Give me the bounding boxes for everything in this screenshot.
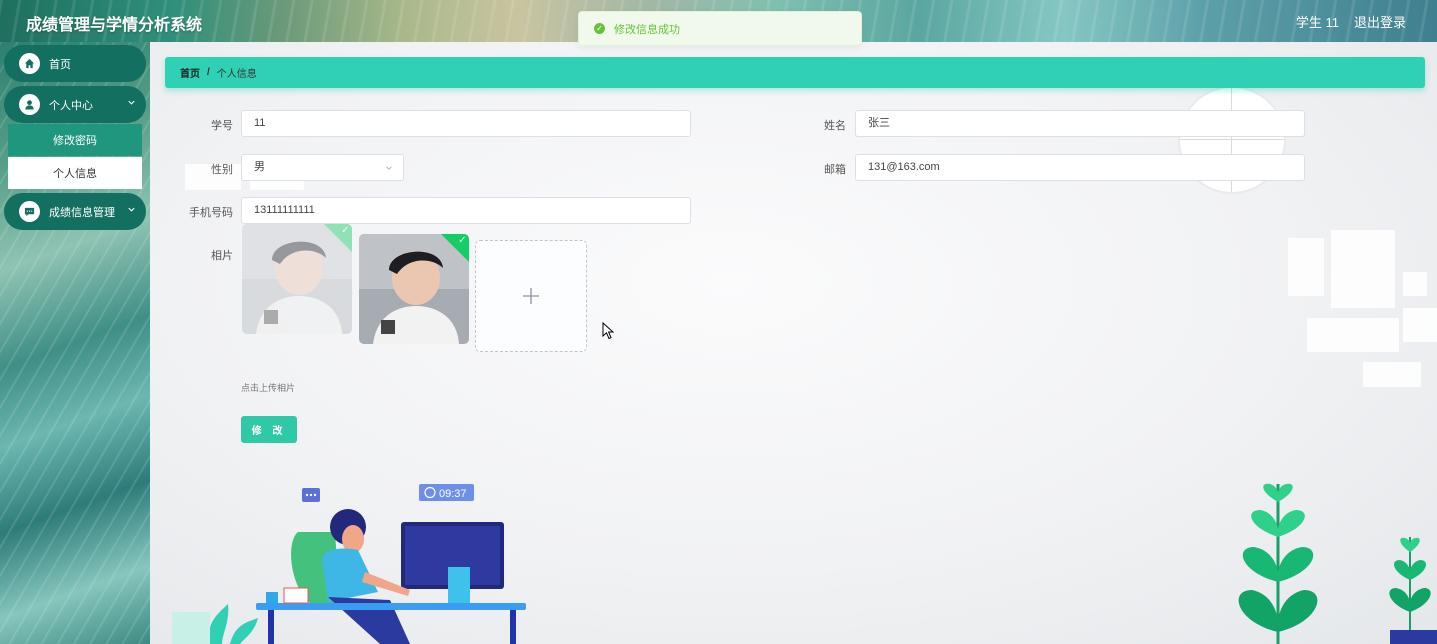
email-field[interactable]: 131@163.com — [855, 154, 1305, 181]
plus-icon — [523, 288, 539, 304]
success-toast: ✓ 修改信息成功 — [578, 11, 862, 46]
main-content: 首页 / 个人信息 学号 11 姓名 张三 性别 男 邮箱 131@163.co… — [150, 42, 1437, 644]
name-field[interactable]: 张三 — [855, 110, 1305, 137]
gender-select[interactable]: 男 — [241, 154, 404, 181]
student-id-label: 学号 — [211, 120, 233, 132]
background-decoration — [1363, 362, 1421, 387]
background-decoration — [1307, 318, 1399, 352]
sidebar: 首页 个人中心 修改密码 个人信息 成绩信息管理 — [0, 42, 150, 644]
breadcrumb-current: 个人信息 — [216, 69, 257, 80]
gender-label: 性别 — [211, 164, 233, 176]
chevron-down-icon — [386, 166, 392, 170]
home-icon — [19, 53, 40, 74]
chevron-down-icon — [128, 100, 135, 105]
breadcrumb-home[interactable]: 首页 — [180, 65, 200, 80]
sidebar-item-label: 首页 — [49, 58, 71, 71]
sidebar-item-label: 成绩信息管理 — [49, 206, 115, 219]
gender-value: 男 — [254, 161, 265, 173]
office-illustration: 09:37 — [172, 484, 526, 644]
uploaded-photo[interactable]: ✓ — [359, 234, 469, 344]
student-id-field[interactable]: 11 — [241, 110, 691, 137]
success-check-icon: ✓ — [594, 23, 605, 34]
submenu-change-password[interactable]: 修改密码 — [8, 124, 142, 156]
background-decoration — [1403, 308, 1437, 342]
app-title: 成绩管理与学情分析系统 — [26, 17, 203, 34]
name-label: 姓名 — [824, 120, 846, 132]
chevron-down-icon — [128, 207, 135, 212]
phone-label: 手机号码 — [189, 207, 233, 219]
uploaded-photo[interactable]: ✓ — [242, 224, 352, 334]
sidebar-item-personal-center[interactable]: 个人中心 — [4, 86, 146, 123]
current-user: 学生 11 — [1295, 15, 1339, 30]
submit-button[interactable]: 修 改 — [241, 416, 297, 443]
breadcrumb: 首页 / 个人信息 — [165, 57, 1425, 88]
background-decoration — [1403, 272, 1427, 296]
user-icon — [19, 94, 40, 115]
sidebar-item-grade-management[interactable]: 成绩信息管理 — [4, 193, 146, 230]
upload-tip: 点击上传相片 — [241, 383, 296, 393]
submenu-personal-info[interactable]: 个人信息 — [8, 157, 142, 189]
background-decoration — [1288, 238, 1324, 296]
clock-time: 09:37 — [439, 488, 467, 500]
phone-field[interactable]: 13111111111 — [241, 197, 691, 224]
sidebar-item-home[interactable]: 首页 — [4, 45, 146, 82]
email-label: 邮箱 — [824, 164, 846, 176]
photo-upload-button[interactable] — [475, 240, 587, 352]
chat-icon — [19, 201, 40, 222]
toast-message: 修改信息成功 — [614, 23, 680, 36]
breadcrumb-separator: / — [207, 67, 210, 78]
sidebar-item-label: 个人中心 — [49, 99, 93, 112]
logout-link[interactable]: 退出登录 — [1354, 12, 1406, 31]
mouse-cursor-icon — [602, 322, 614, 340]
photo-label: 相片 — [211, 250, 233, 262]
background-decoration — [1331, 230, 1395, 308]
plant-illustration — [1238, 483, 1437, 644]
